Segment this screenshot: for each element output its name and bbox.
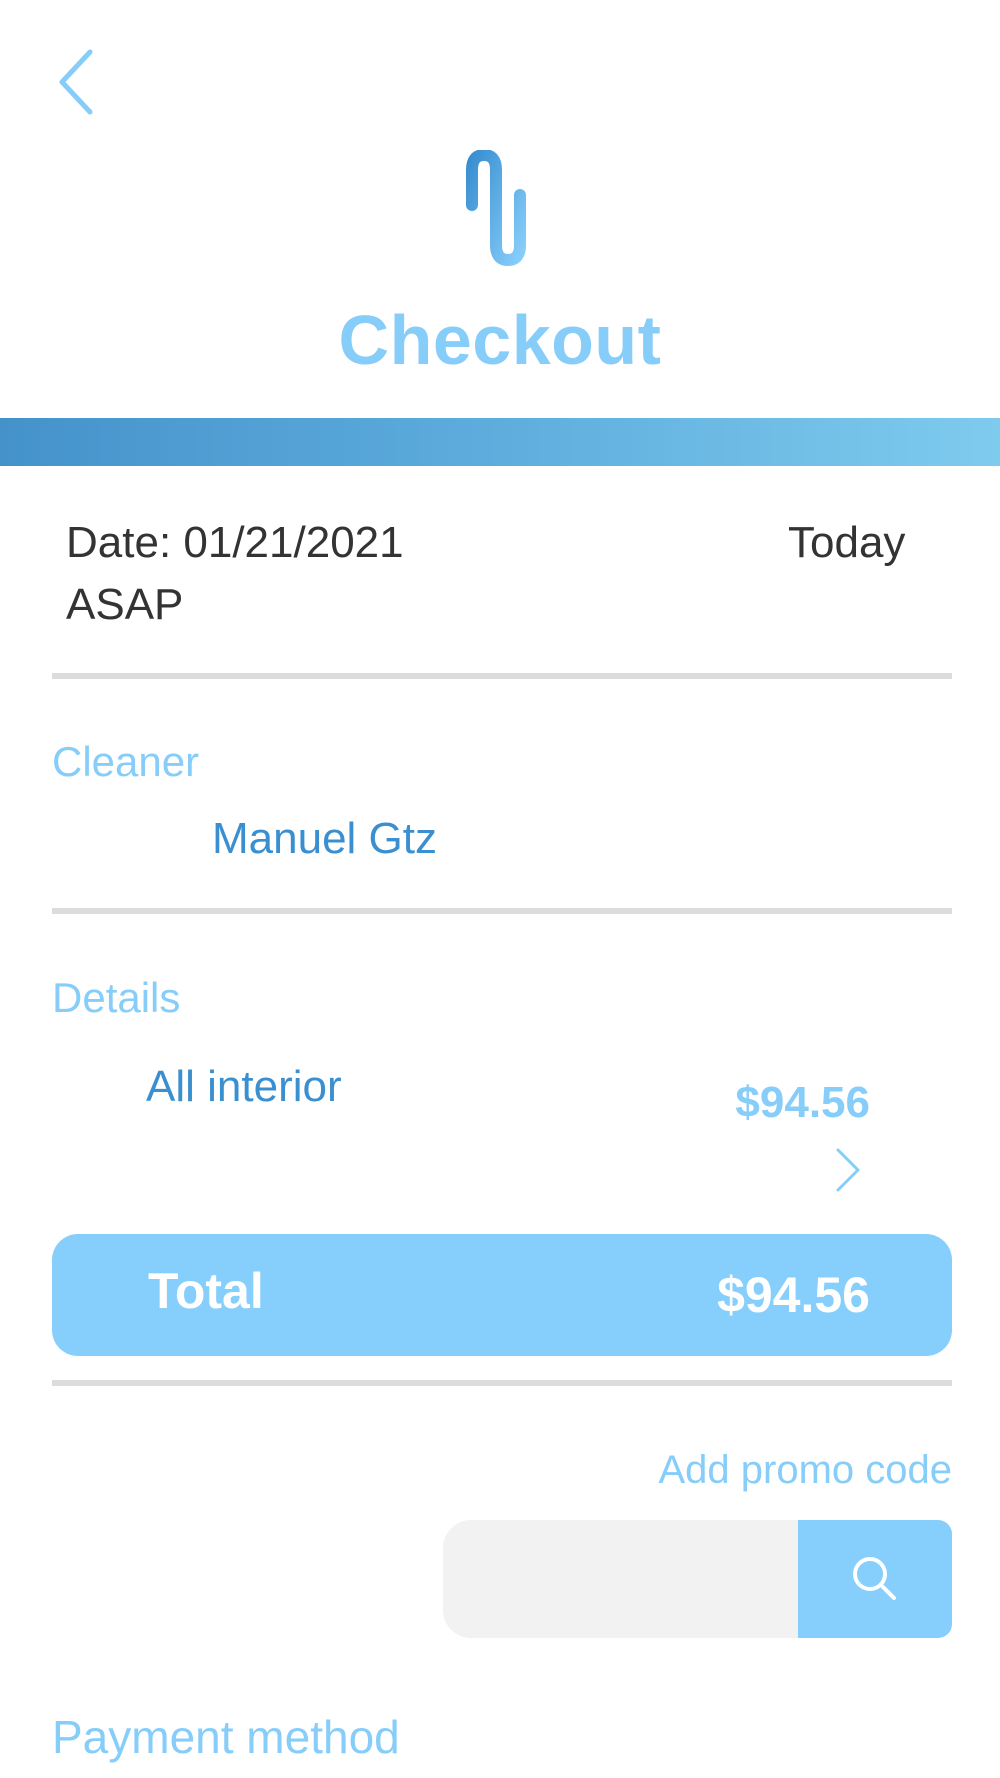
divider [52,673,952,679]
divider [52,908,952,914]
chevron-right-icon [836,1148,860,1192]
service-name: All interior [146,1062,342,1111]
header-gradient-bar [0,418,1000,466]
add-promo-code-link[interactable]: Add promo code [560,1448,952,1493]
promo-search-button[interactable] [798,1520,952,1638]
total-value: $94.56 [717,1267,870,1323]
total-label: Total [148,1263,264,1319]
divider [52,1380,952,1386]
service-price: $94.56 [735,1078,870,1127]
brand-logo-icon [462,148,542,270]
day-text: Today [788,518,906,567]
payment-method-label: Payment method [52,1711,400,1763]
cleaner-label: Cleaner [52,738,200,785]
chevron-left-icon [59,49,93,115]
cleaner-name: Manuel Gtz [212,814,437,863]
search-icon [853,1557,896,1600]
time-text: ASAP [66,580,184,629]
details-expand-button[interactable] [828,1140,868,1200]
details-label: Details [52,974,181,1021]
page-title: Checkout [338,301,662,379]
promo-code-input[interactable] [443,1520,801,1638]
back-button[interactable] [50,44,110,120]
date-text: Date: 01/21/2021 [66,518,404,567]
